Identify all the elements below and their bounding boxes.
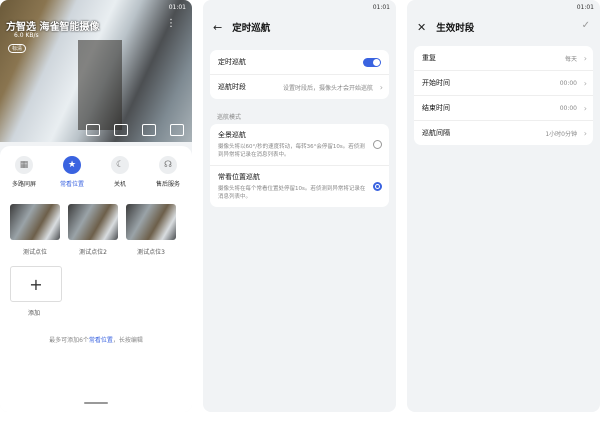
cruise-interval-row[interactable]: 巡航间隔 1小时0分钟 › <box>414 121 593 145</box>
clock: 01:01 <box>576 4 594 11</box>
status-bar: 01:01 <box>373 4 390 11</box>
cruise-settings-card: 定时巡航 巡航时段 设置时段后，摄像头才会开始巡航 › <box>210 50 389 99</box>
page-title: 生效时段 <box>436 23 475 34</box>
video-title: 方智选 海雀智能摄像 <box>6 22 100 33</box>
row-label: 定时巡航 <box>218 58 246 66</box>
screenshot-icon[interactable] <box>114 124 128 136</box>
moon-icon: ☾ <box>111 156 129 174</box>
row-label: 结束时间 <box>422 104 450 112</box>
row-label: 巡航间隔 <box>422 129 450 137</box>
clock: 01:01 <box>168 4 186 11</box>
cruise-mode-card: 全景巡航 摄像头将以60°/秒的速度转动，每转36°会停留10s。若侦测到异常将… <box>210 124 389 207</box>
position-item[interactable]: 测试点位 <box>10 204 60 256</box>
grid-icon: ▦ <box>15 156 33 174</box>
chevron-right-icon: › <box>379 82 383 92</box>
star-icon: ★ <box>63 156 81 174</box>
row-value: 每天 <box>564 55 577 63</box>
status-bar: 01:01 <box>169 4 186 11</box>
hint-link[interactable]: 常看位置 <box>89 337 113 344</box>
mode-power-off[interactable]: ☾ 关机 <box>98 156 142 188</box>
clock: 01:01 <box>372 4 390 11</box>
position-label: 测试点位 <box>22 249 47 256</box>
radio-button[interactable] <box>373 140 382 149</box>
mode-favorite-positions[interactable]: ★ 常看位置 <box>50 156 94 188</box>
period-settings-card: 重复 每天 › 开始时间 00:00 › 结束时间 00:00 › 巡航间隔 1… <box>414 46 593 145</box>
position-thumbnail <box>126 204 176 240</box>
page-title: 定时巡航 <box>232 23 271 34</box>
effective-period-screen: 01:01 ✕ 生效时段 ✓ 重复 每天 › 开始时间 00:00 › 结束时间… <box>407 0 600 412</box>
cruise-period-row[interactable]: 巡航时段 设置时段后，摄像头才会开始巡航 › <box>210 75 389 99</box>
status-bar: 01:01 <box>577 4 594 11</box>
mode-label: 常看位置 <box>59 181 84 188</box>
mode-label: 关机 <box>113 181 126 188</box>
fullscreen-icon[interactable] <box>170 124 184 136</box>
favorite-position-cruise-option[interactable]: 常看位置巡航 摄像头将在每个常看位置处停留10s。若侦测到异常将记录在消息列表中… <box>210 166 389 207</box>
plus-icon: + <box>29 274 43 294</box>
section-header: 巡航模式 <box>217 114 242 121</box>
more-icon[interactable]: ⋮ <box>166 18 176 29</box>
chevron-right-icon: › <box>583 103 587 113</box>
mode-multi-screen[interactable]: ▦ 多路同屏 <box>2 156 46 188</box>
option-desc: 摄像头将在每个常看位置处停留10s。若侦测到异常将记录在消息列表中。 <box>218 186 366 200</box>
row-value: 1小时0分钟 <box>545 130 577 138</box>
panorama-cruise-option[interactable]: 全景巡航 摄像头将以60°/秒的速度转动，每转36°会停留10s。若侦测到异常将… <box>210 124 389 166</box>
start-time-row[interactable]: 开始时间 00:00 › <box>414 71 593 96</box>
end-time-row[interactable]: 结束时间 00:00 › <box>414 96 593 121</box>
add-position-button[interactable]: + <box>10 266 62 302</box>
mute-icon[interactable] <box>86 124 100 136</box>
position-item[interactable]: 测试点位2 <box>68 204 118 256</box>
mode-after-sales[interactable]: ☊ 售后服务 <box>146 156 190 188</box>
position-thumbnail <box>10 204 60 240</box>
row-label: 开始时间 <box>422 79 450 87</box>
chevron-right-icon: › <box>583 53 587 63</box>
record-icon[interactable] <box>142 124 156 136</box>
position-thumbnail <box>68 204 118 240</box>
home-indicator[interactable] <box>84 402 108 404</box>
add-label: 添加 <box>28 310 41 317</box>
row-value: 00:00 <box>559 104 577 112</box>
mode-label: 售后服务 <box>155 181 180 188</box>
close-icon[interactable]: ✕ <box>417 21 426 34</box>
row-label: 巡航时段 <box>218 83 246 91</box>
radio-button-selected[interactable] <box>373 182 382 191</box>
option-desc: 摄像头将以60°/秒的速度转动，每转36°会停留10s。若侦测到异常将记录在消息… <box>218 144 365 158</box>
repeat-row[interactable]: 重复 每天 › <box>414 46 593 71</box>
hint-text: 最多可添加6个常看位置，长按编辑 <box>0 335 192 344</box>
row-value: 00:00 <box>559 79 577 87</box>
bitrate-text: 6.0 KB/s <box>14 32 39 39</box>
control-panel: ▦ 多路同屏 ★ 常看位置 ☾ 关机 ☊ 售后服务 测试点位 测试点位2 测试点位3 +… <box>0 146 192 412</box>
back-arrow-icon[interactable]: ← <box>213 21 222 34</box>
scheduled-cruise-screen: 01:01 ← 定时巡航 定时巡航 巡航时段 设置时段后，摄像头才会开始巡航 ›… <box>203 0 396 412</box>
camera-home-screen: 01:01 方智选 海雀智能摄像 6.0 KB/s 标清 ⋮ ▦ 多路同屏 ★ 常看… <box>0 0 192 412</box>
cruise-toggle[interactable] <box>363 57 381 67</box>
option-title: 常看位置巡航 <box>218 173 260 181</box>
chevron-right-icon: › <box>583 128 587 138</box>
position-label: 测试点位2 <box>79 249 107 256</box>
row-label: 重复 <box>422 54 436 62</box>
chevron-right-icon: › <box>583 78 587 88</box>
cruise-toggle-row[interactable]: 定时巡航 <box>210 50 389 75</box>
option-title: 全景巡航 <box>218 131 246 139</box>
mode-label: 多路同屏 <box>11 181 36 188</box>
video-scene <box>78 40 122 130</box>
confirm-check-icon[interactable]: ✓ <box>582 20 590 31</box>
headset-icon: ☊ <box>159 156 177 174</box>
live-video-view[interactable]: 01:01 方智选 海雀智能摄像 6.0 KB/s 标清 ⋮ <box>0 0 192 142</box>
row-value: 设置时段后，摄像头才会开始巡航 <box>282 84 373 92</box>
position-label: 测试点位3 <box>137 249 165 256</box>
hint-suffix: ，长按编辑 <box>112 337 143 344</box>
hint-prefix: 最多可添加6个 <box>49 337 89 344</box>
quality-badge[interactable]: 标清 <box>8 44 27 53</box>
position-item[interactable]: 测试点位3 <box>126 204 176 256</box>
